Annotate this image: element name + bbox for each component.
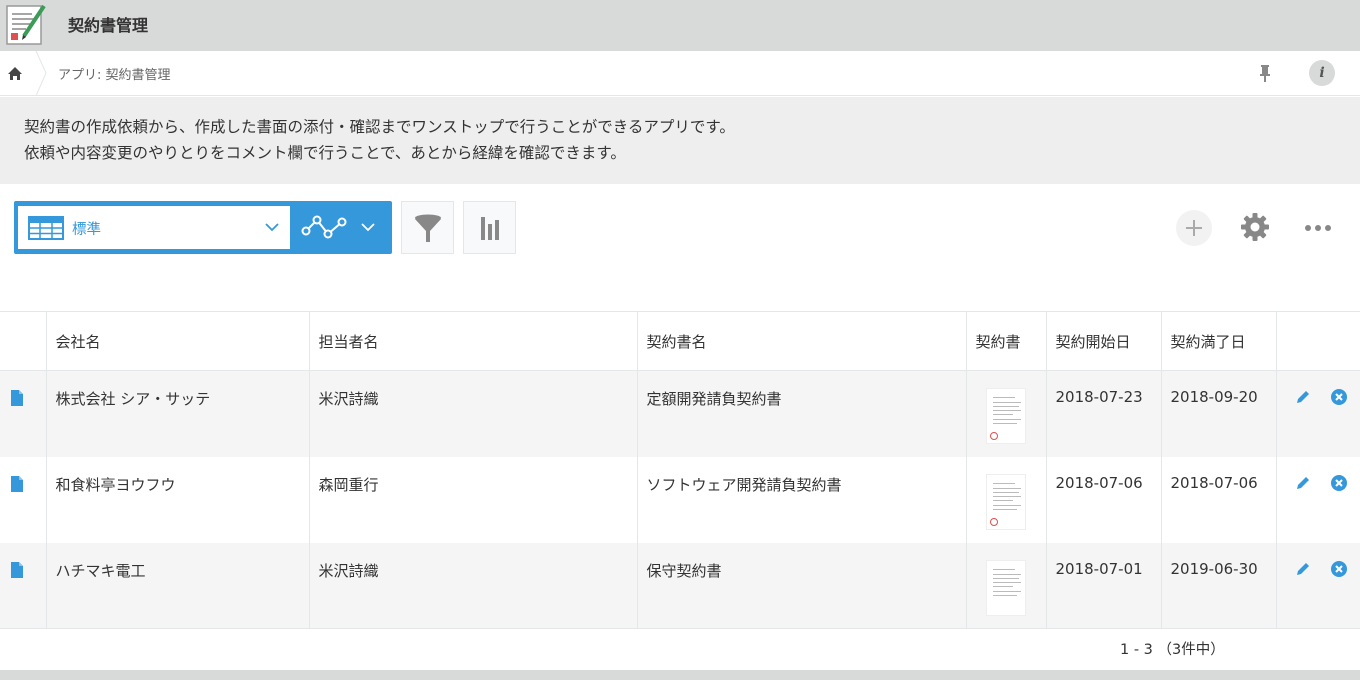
delete-icon[interactable] bbox=[1330, 560, 1348, 578]
records-table: 会社名 担当者名 契約書名 契約書 契約開始日 契約満了日 株式会社 シア・サッ… bbox=[0, 311, 1360, 629]
info-icon: i bbox=[1319, 65, 1325, 81]
header-contract-file[interactable]: 契約書 bbox=[965, 311, 1046, 371]
home-button[interactable] bbox=[0, 50, 48, 97]
pagination-info: 1 - 3 （3件中） bbox=[1120, 642, 1225, 658]
delete-icon[interactable] bbox=[1330, 388, 1348, 406]
home-icon bbox=[8, 67, 22, 80]
cell-company: 和食料亭ヨウフウ bbox=[45, 456, 309, 543]
contract-app-icon bbox=[4, 2, 48, 46]
header-contract-name[interactable]: 契約書名 bbox=[636, 311, 966, 371]
header-blank bbox=[0, 311, 46, 371]
row-actions bbox=[1275, 370, 1360, 457]
table-header-row: 会社名 担当者名 契約書名 契約書 契約開始日 契約満了日 bbox=[0, 311, 1360, 371]
cell-contract-file bbox=[965, 542, 1046, 629]
cell-start-date: 2018-07-23 bbox=[1045, 370, 1161, 457]
graph-view-icon[interactable] bbox=[301, 211, 349, 243]
filter-icon bbox=[415, 214, 441, 242]
info-button[interactable]: i bbox=[1309, 60, 1335, 86]
pin-icon bbox=[1260, 65, 1270, 82]
cell-contract-name: 保守契約書 bbox=[636, 542, 966, 629]
breadcrumb: アプリ: 契約書管理 i bbox=[0, 50, 1360, 97]
header-actions bbox=[1275, 311, 1360, 371]
record-detail-icon[interactable] bbox=[10, 389, 24, 407]
header-start-date[interactable]: 契約開始日 bbox=[1045, 311, 1161, 371]
view-selector[interactable]: 標準 bbox=[14, 201, 392, 254]
view-label: 標準 bbox=[72, 222, 101, 238]
more-icon bbox=[1305, 225, 1331, 231]
cell-end-date: 2018-07-06 bbox=[1160, 456, 1276, 543]
app-title: 契約書管理 bbox=[68, 16, 149, 35]
delete-icon[interactable] bbox=[1330, 474, 1348, 492]
contract-thumbnail[interactable] bbox=[986, 559, 1026, 616]
cell-contract-name: ソフトウェア開発請負契約書 bbox=[636, 456, 966, 543]
header-end-date[interactable]: 契約満了日 bbox=[1160, 311, 1276, 371]
edit-pencil-icon[interactable] bbox=[1294, 388, 1312, 406]
more-options-button[interactable] bbox=[1300, 215, 1336, 241]
breadcrumb-app-link[interactable]: アプリ: 契約書管理 bbox=[58, 64, 171, 83]
chevron-down-icon[interactable] bbox=[360, 221, 376, 233]
edit-pencil-icon[interactable] bbox=[1294, 560, 1312, 578]
record-detail-icon[interactable] bbox=[10, 475, 24, 493]
header-person[interactable]: 担当者名 bbox=[308, 311, 637, 371]
cell-person: 森岡重行 bbox=[308, 456, 637, 543]
view-dropdown[interactable]: 標準 bbox=[18, 206, 290, 249]
cell-end-date: 2018-09-20 bbox=[1160, 370, 1276, 457]
cell-end-date: 2019-06-30 bbox=[1160, 542, 1276, 629]
contract-thumbnail[interactable] bbox=[986, 388, 1026, 444]
add-record-button[interactable] bbox=[1176, 210, 1212, 246]
cell-start-date: 2018-07-06 bbox=[1045, 456, 1161, 543]
contract-thumbnail[interactable] bbox=[986, 473, 1026, 530]
footer-bar bbox=[0, 670, 1360, 680]
settings-button[interactable] bbox=[1238, 210, 1272, 244]
pin-button[interactable] bbox=[1254, 61, 1276, 85]
cell-company: ハチマキ電工 bbox=[45, 542, 309, 629]
chart-button[interactable] bbox=[463, 201, 516, 254]
filter-button[interactable] bbox=[401, 201, 454, 254]
row-actions bbox=[1275, 542, 1360, 629]
cell-start-date: 2018-07-01 bbox=[1045, 542, 1161, 629]
app-header: 契約書管理 bbox=[0, 0, 1360, 51]
table-row: 和食料亭ヨウフウ 森岡重行 ソフトウェア開発請負契約書 2018-07-06 2… bbox=[0, 456, 1360, 543]
row-actions bbox=[1275, 456, 1360, 543]
table-row: 株式会社 シア・サッテ 米沢詩織 定額開発請負契約書 2018-07-23 20… bbox=[0, 370, 1360, 457]
chevron-down-icon bbox=[265, 223, 279, 232]
cell-contract-file bbox=[965, 370, 1046, 457]
table-view-icon bbox=[28, 216, 64, 240]
edit-pencil-icon[interactable] bbox=[1294, 474, 1312, 492]
cell-person: 米沢詩織 bbox=[308, 542, 637, 629]
cell-person: 米沢詩織 bbox=[308, 370, 637, 457]
cell-contract-file bbox=[965, 456, 1046, 543]
gear-icon bbox=[1241, 213, 1269, 241]
cell-company: 株式会社 シア・サッテ bbox=[45, 370, 309, 457]
bar-chart-icon bbox=[481, 217, 499, 240]
cell-contract-name: 定額開発請負契約書 bbox=[636, 370, 966, 457]
app-description: 契約書の作成依頼から、作成した書面の添付・確認までワンストップで行うことができる… bbox=[0, 97, 1360, 184]
plus-icon bbox=[1186, 220, 1202, 236]
description-line-1: 契約書の作成依頼から、作成した書面の添付・確認までワンストップで行うことができる… bbox=[24, 118, 735, 136]
header-company[interactable]: 会社名 bbox=[45, 311, 309, 371]
description-line-2: 依頼や内容変更のやりとりをコメント欄で行うことで、あとから経緯を確認できます。 bbox=[24, 144, 626, 162]
record-detail-icon[interactable] bbox=[10, 561, 24, 579]
table-row: ハチマキ電工 米沢詩織 保守契約書 2018-07-01 2019-06-30 bbox=[0, 542, 1360, 629]
